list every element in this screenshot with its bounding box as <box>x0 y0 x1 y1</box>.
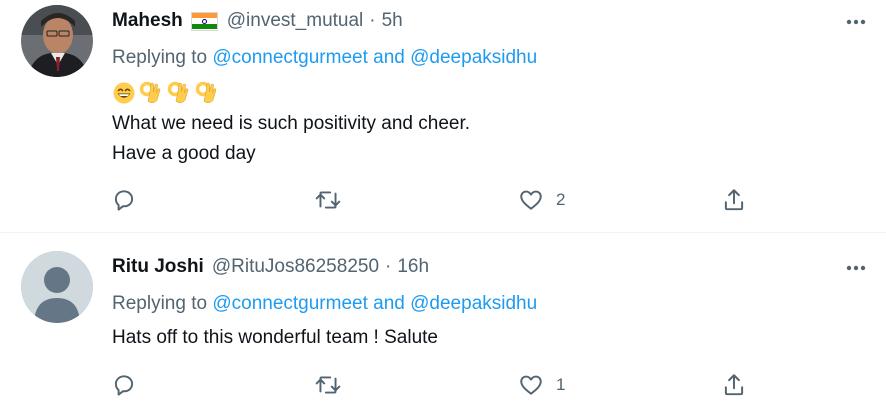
retweet-icon <box>315 376 341 394</box>
more-options-button[interactable] <box>844 10 868 34</box>
replying-to-label: Replying to <box>112 47 208 68</box>
tweet-text-line: What we need is such positivity and chee… <box>112 113 471 134</box>
tweet[interactable]: Ritu Joshi @RituJos86258250 · 16h Replyi… <box>0 234 886 409</box>
ok-hand-emoji <box>195 81 217 104</box>
separator-dot: · <box>385 256 392 277</box>
display-name[interactable]: Mahesh <box>112 8 183 34</box>
separator-dot: · <box>369 10 376 31</box>
like-count: 1 <box>556 375 566 394</box>
reply-mentions[interactable]: @connectgurmeet and @deepaksidhu <box>212 47 537 68</box>
share-icon <box>724 374 744 396</box>
like-button[interactable]: 2 <box>518 185 565 215</box>
timestamp[interactable]: 5h <box>382 8 403 34</box>
default-avatar[interactable] <box>21 251 93 323</box>
reply-icon <box>114 190 134 211</box>
more-icon <box>846 265 866 271</box>
like-count: 2 <box>556 190 566 209</box>
user-handle[interactable]: @invest_mutual <box>227 8 364 34</box>
india-flag-emoji <box>190 11 218 31</box>
heart-icon <box>520 375 542 395</box>
reply-button[interactable] <box>111 185 149 215</box>
display-name[interactable]: Ritu Joshi <box>112 254 204 280</box>
avatar[interactable] <box>21 5 93 77</box>
tweet-text-line: Hats off to this wonderful team ! Salute <box>112 327 438 348</box>
tweet-actions: 1 <box>0 370 886 400</box>
replying-to: Replying to @connectgurmeet and @deepaks… <box>112 45 537 71</box>
retweet-icon <box>315 191 341 209</box>
reply-icon <box>114 375 134 396</box>
user-handle[interactable]: @RituJos86258250 <box>212 254 379 280</box>
share-button[interactable] <box>721 370 747 400</box>
tweet-actions: 2 <box>0 185 886 215</box>
ok-hand-emoji <box>167 81 189 104</box>
share-icon <box>724 189 744 211</box>
grinning-face-emoji <box>113 82 135 104</box>
retweet-button[interactable] <box>314 185 354 215</box>
more-options-button[interactable] <box>844 256 868 280</box>
tweet-header: Mahesh @invest_mutual · 5h <box>112 8 403 34</box>
more-icon <box>846 19 866 25</box>
emoji-row <box>112 80 220 106</box>
ok-hand-emoji <box>139 81 161 104</box>
tweet-header: Ritu Joshi @RituJos86258250 · 16h <box>112 254 429 280</box>
replying-to: Replying to @connectgurmeet and @deepaks… <box>112 291 537 317</box>
reply-mentions[interactable]: @connectgurmeet and @deepaksidhu <box>212 293 537 314</box>
like-button[interactable]: 1 <box>518 370 565 400</box>
reply-button[interactable] <box>111 370 149 400</box>
tweet-text-line: Have a good day <box>112 143 256 164</box>
retweet-button[interactable] <box>314 370 354 400</box>
share-button[interactable] <box>721 185 747 215</box>
replying-to-label: Replying to <box>112 293 208 314</box>
tweet[interactable]: Mahesh @invest_mutual · 5h Replying to @… <box>0 0 886 233</box>
heart-icon <box>520 190 542 210</box>
timestamp[interactable]: 16h <box>397 254 429 280</box>
